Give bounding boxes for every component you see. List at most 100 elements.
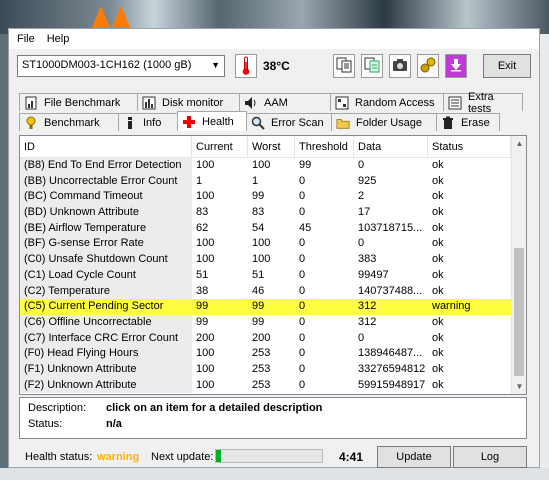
description-value: click on an item for a detailed descript… [106, 402, 323, 414]
cell-current: 100 [196, 347, 215, 360]
tab-label: Health [202, 115, 234, 128]
screenshot-button[interactable] [389, 54, 411, 78]
cell-current: 100 [196, 159, 215, 171]
cell-status: ok [432, 331, 444, 344]
tab-error-scan[interactable]: Error Scan [246, 113, 332, 131]
column-header-id[interactable]: ID [20, 136, 192, 158]
chevron-down-icon: ▼ [211, 60, 220, 70]
cell-data: 0 [358, 159, 365, 171]
tab-folder-usage[interactable]: Folder Usage [331, 113, 437, 131]
log-button[interactable]: Log [453, 446, 527, 468]
scrollbar-thumb[interactable] [514, 248, 524, 376]
toolbar: ST1000DM003-1CH162 (1000 gB) ▼ 38°C Exit [9, 51, 539, 81]
tab-info[interactable]: Info [118, 113, 178, 131]
table-row[interactable]: (BF) G-sense Error Rate 100 100 0 0 ok [20, 236, 526, 253]
cell-threshold: 0 [299, 284, 306, 297]
table-row[interactable]: (F1) Unknown Attribute 100 253 0 33276594812… [20, 361, 526, 378]
cell-worst: 83 [252, 206, 265, 219]
tab-benchmark[interactable]: Benchmark [19, 113, 119, 131]
tab-health[interactable]: Health [177, 111, 247, 131]
update-button[interactable]: Update [377, 446, 451, 468]
status-bar: Health status: warning Next update: 4:41… [9, 443, 541, 469]
column-header-status[interactable]: Status [428, 136, 511, 158]
cell-threshold: 0 [299, 362, 306, 375]
cell-id: (C1) Load Cycle Count [20, 267, 192, 284]
table-row[interactable]: (BC) Command Timeout 100 99 0 2 ok [20, 189, 526, 206]
cell-status: ok [432, 159, 444, 171]
cell-id: (BB) Uncorrectable Error Count [20, 173, 192, 190]
tab-label: Folder Usage [356, 116, 423, 129]
tab-label: AAM [264, 96, 288, 109]
column-header-worst[interactable]: Worst [248, 136, 295, 158]
cell-id: (C0) Unsafe Shutdown Count [20, 252, 192, 268]
tab-aam[interactable]: AAM [239, 93, 331, 111]
cell-threshold: 0 [299, 190, 306, 203]
cell-threshold: 45 [299, 221, 312, 234]
drive-select[interactable]: ST1000DM003-1CH162 (1000 gB) ▼ [17, 55, 225, 77]
cell-status: ok [432, 347, 444, 360]
disk-monitor-icon [142, 96, 156, 110]
table-row[interactable]: (BD) Unknown Attribute 83 83 0 17 ok [20, 205, 526, 221]
minimize-button[interactable] [445, 54, 467, 78]
column-header-threshold[interactable]: Threshold [295, 136, 354, 158]
cell-data: 99497 [358, 268, 389, 281]
cell-threshold: 99 [299, 159, 312, 171]
cell-data: 33276594812 [358, 362, 426, 375]
column-header-current[interactable]: Current [192, 136, 248, 158]
menu-bar: File Help [9, 29, 539, 49]
cell-worst: 99 [252, 190, 265, 203]
tab-file-benchmark[interactable]: File Benchmark [19, 93, 138, 111]
table-row[interactable]: (C6) Offline Uncorrectable 99 99 0 312 ok [20, 314, 526, 331]
update-timer: 4:41 [339, 450, 364, 464]
status-label: Status: [28, 418, 63, 430]
copy-text-icon [336, 57, 352, 76]
table-row[interactable]: (BE) Airflow Temperature 62 54 45 103718715.… [20, 220, 526, 237]
table-row[interactable]: (C7) Interface CRC Error Count 200 200 0 0 ok [20, 330, 526, 347]
table-row[interactable]: (B8) End To End Error Detection 100 100 99 0… [20, 158, 526, 174]
smart-attributes-table[interactable]: ID Current Worst Threshold Data Status (… [19, 135, 527, 395]
column-header-data[interactable]: Data [354, 136, 428, 158]
folder-icon [336, 116, 350, 130]
trash-icon [441, 116, 455, 130]
table-row[interactable]: (BB) Uncorrectable Error Count 1 1 0 925 ok [20, 173, 526, 190]
cell-data: 103718715... [358, 221, 423, 234]
tab-label: Random Access [355, 96, 435, 109]
table-row[interactable]: (F0) Head Flying Hours 100 253 0 138946487..… [20, 346, 526, 362]
cell-current: 1 [196, 174, 203, 187]
health-cross-icon [182, 115, 196, 129]
cell-data: 0 [358, 331, 365, 344]
tab-extra-tests[interactable]: Extra tests [443, 91, 523, 115]
menu-help[interactable]: Help [43, 33, 78, 45]
copy-info-button[interactable] [361, 54, 383, 78]
options-button[interactable] [417, 54, 439, 78]
tab-disk-monitor[interactable]: Disk monitor [137, 93, 240, 111]
table-scrollbar[interactable]: ▲ ▼ [511, 136, 526, 394]
exit-button[interactable]: Exit [483, 54, 531, 78]
table-row[interactable]: (F2) Unknown Attribute 100 253 0 59915948917… [20, 377, 526, 394]
cell-data: 59915948917 [358, 378, 426, 391]
cell-data: 312 [358, 300, 377, 313]
random-access-icon [335, 96, 349, 110]
cell-worst: 200 [252, 331, 271, 344]
scroll-up-icon[interactable]: ▲ [512, 136, 526, 151]
scroll-down-icon[interactable]: ▼ [512, 379, 526, 394]
table-body: (B8) End To End Error Detection 100 100 99 0… [20, 158, 526, 394]
table-row[interactable]: (C0) Unsafe Shutdown Count 100 100 0 383 ok [20, 252, 526, 268]
table-row[interactable]: (C2) Temperature 38 46 0 140737488... ok [20, 283, 526, 300]
cell-threshold: 0 [299, 347, 306, 360]
menu-file[interactable]: File [13, 33, 43, 45]
tab-erase[interactable]: Erase [436, 113, 500, 131]
table-row[interactable]: (C1) Load Cycle Count 51 51 0 99497 ok [20, 267, 526, 284]
tab-random-access[interactable]: Random Access [330, 93, 444, 111]
cell-id: (F1) Unknown Attribute [20, 361, 192, 378]
file-benchmark-icon [24, 96, 38, 110]
health-status-value: warning [97, 451, 140, 463]
cell-current: 100 [196, 237, 215, 250]
table-row[interactable]: (C5) Current Pending Sector 99 99 0 312 warni… [20, 299, 526, 315]
cell-id: (F0) Head Flying Hours [20, 346, 192, 362]
cell-data: 140737488... [358, 284, 423, 297]
cell-current: 99 [196, 315, 209, 328]
copy-text-button[interactable] [333, 54, 355, 78]
cell-data: 17 [358, 206, 371, 219]
cell-threshold: 0 [299, 237, 306, 250]
